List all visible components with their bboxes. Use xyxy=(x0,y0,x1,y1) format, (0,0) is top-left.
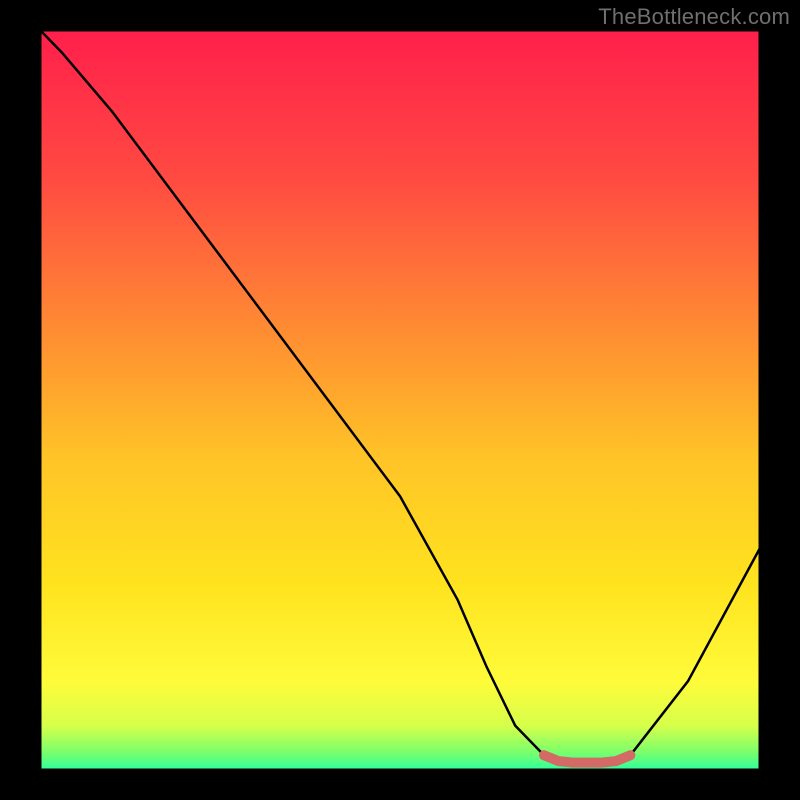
plot-background xyxy=(40,30,760,770)
chart-stage: TheBottleneck.com xyxy=(0,0,800,800)
chart-canvas xyxy=(0,0,800,800)
attribution-label: TheBottleneck.com xyxy=(598,4,790,30)
